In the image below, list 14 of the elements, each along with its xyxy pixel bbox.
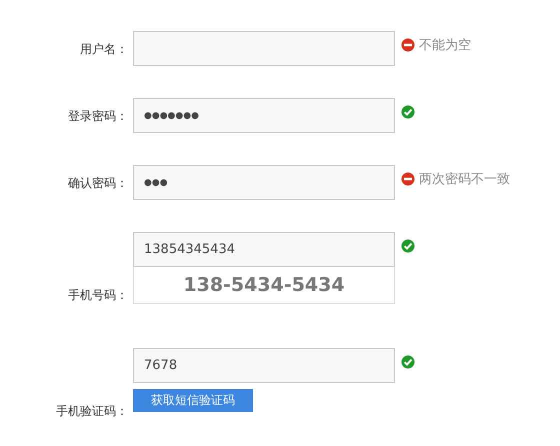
field-label: 手机号码： <box>68 288 128 302</box>
phone-number-preview: 138-5434-5434 <box>133 267 395 304</box>
input-field[interactable] <box>133 31 395 66</box>
password-field[interactable]: ●●●●●●● <box>133 98 395 133</box>
field-label: 登录密码： <box>68 108 128 122</box>
input-field[interactable]: 13854345434 <box>133 232 395 267</box>
input-field[interactable]: 7678 <box>133 348 395 383</box>
field-label: 手机验证码： <box>56 404 128 418</box>
get-sms-code-button[interactable]: 获取短信验证码 <box>133 389 253 412</box>
field-label: 用户名： <box>80 42 128 56</box>
field-label: 确认密码： <box>68 176 128 190</box>
password-field[interactable]: ●●● <box>133 165 395 200</box>
validation-message: 两次密码不一致 <box>419 172 510 187</box>
validation-message: 不能为空 <box>419 38 471 53</box>
